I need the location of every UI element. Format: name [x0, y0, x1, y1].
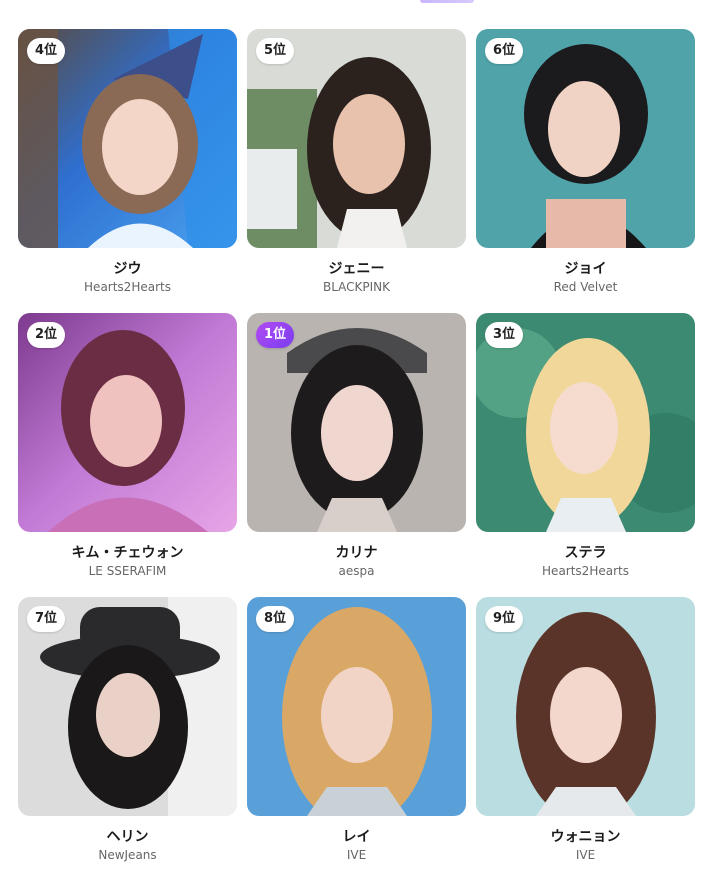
member-photo[interactable]: 4位: [18, 29, 237, 248]
member-name[interactable]: ウォニョン: [476, 828, 695, 846]
member-photo[interactable]: 5位: [247, 29, 466, 248]
member-name[interactable]: ステラ: [476, 544, 695, 562]
top-accent-bar: [420, 0, 474, 3]
member-name[interactable]: キム・チェウォン: [18, 544, 237, 562]
ranking-card[interactable]: 1位 カリナ aespa: [247, 313, 466, 597]
rank-badge: 6位: [485, 38, 524, 64]
ranking-grid: 4位 ジウ Hearts2Hearts 5位 ジェニー BLACKPINK 6位…: [18, 29, 695, 881]
member-name[interactable]: ジェニー: [247, 260, 466, 278]
member-name[interactable]: レイ: [247, 828, 466, 846]
group-name: IVE: [346, 848, 367, 862]
member-photo[interactable]: 8位: [247, 597, 466, 816]
group-name: LE SSERAFIM: [88, 564, 167, 578]
ranking-card[interactable]: 4位 ジウ Hearts2Hearts: [18, 29, 237, 313]
rank-badge: 3位: [485, 322, 524, 348]
group-name: NewJeans: [98, 848, 157, 862]
ranking-card[interactable]: 2位 キム・チェウォン LE SSERAFIM: [18, 313, 237, 597]
group-name: BLACKPINK: [322, 280, 391, 294]
rank-badge: 7位: [27, 606, 66, 632]
ranking-card[interactable]: 9位 ウォニョン IVE: [476, 597, 695, 881]
group-name: Hearts2Hearts: [542, 564, 629, 578]
rank-badge: 9位: [485, 606, 524, 632]
group-name: aespa: [338, 564, 375, 578]
member-name[interactable]: ジウ: [18, 260, 237, 278]
ranking-card[interactable]: 5位 ジェニー BLACKPINK: [247, 29, 466, 313]
member-name[interactable]: カリナ: [247, 544, 466, 562]
group-name: Hearts2Hearts: [84, 280, 171, 294]
member-photo[interactable]: 9位: [476, 597, 695, 816]
member-name[interactable]: ジョイ: [476, 260, 695, 278]
rank-badge: 8位: [256, 606, 295, 632]
member-name[interactable]: ヘリン: [18, 828, 237, 846]
group-name: IVE: [575, 848, 596, 862]
group-name: Red Velvet: [553, 280, 618, 294]
member-photo[interactable]: 3位: [476, 313, 695, 532]
member-photo[interactable]: 2位: [18, 313, 237, 532]
member-photo[interactable]: 6位: [476, 29, 695, 248]
ranking-card[interactable]: 3位 ステラ Hearts2Hearts: [476, 313, 695, 597]
rank-badge: 2位: [27, 322, 66, 348]
rank-badge-first: 1位: [256, 322, 295, 348]
rank-badge: 4位: [27, 38, 66, 64]
ranking-card[interactable]: 6位 ジョイ Red Velvet: [476, 29, 695, 313]
ranking-card[interactable]: 7位 ヘリン NewJeans: [18, 597, 237, 881]
rank-badge: 5位: [256, 38, 295, 64]
member-photo[interactable]: 1位: [247, 313, 466, 532]
member-photo[interactable]: 7位: [18, 597, 237, 816]
ranking-card[interactable]: 8位 レイ IVE: [247, 597, 466, 881]
